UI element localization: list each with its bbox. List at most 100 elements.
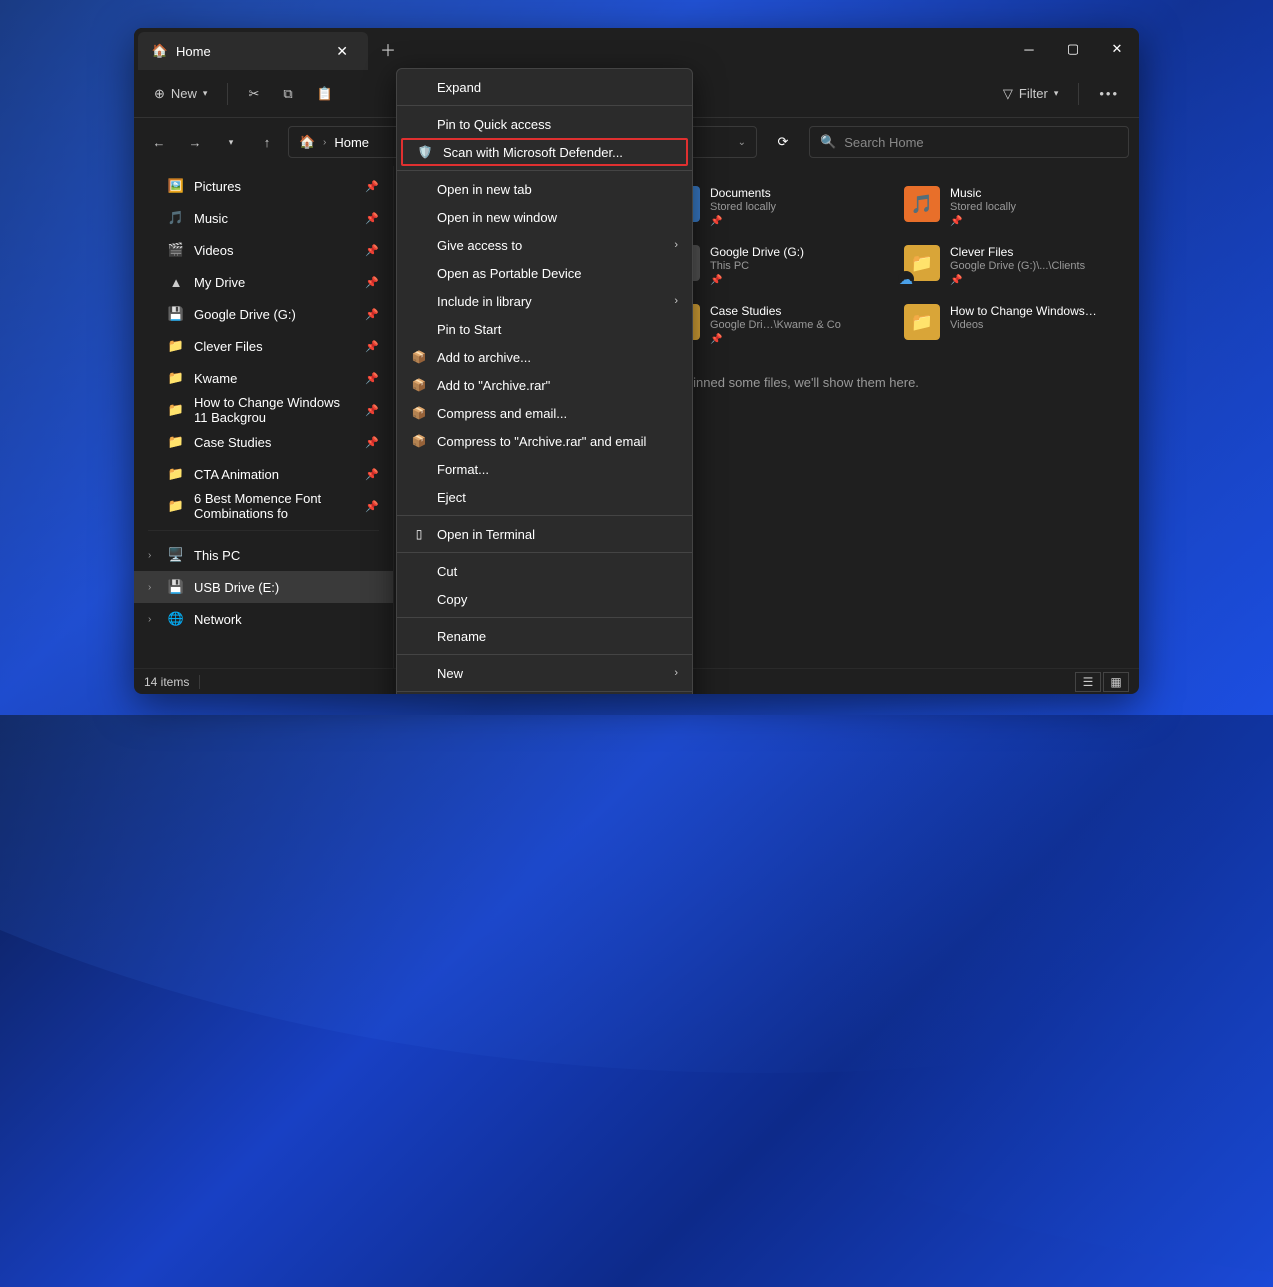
tab-close-button[interactable]: ✕ xyxy=(330,41,354,62)
menu-icon xyxy=(411,591,427,607)
chevron-right-icon: › xyxy=(674,295,678,307)
menu-label: Add to archive... xyxy=(437,350,531,365)
folder-icon: 📁 xyxy=(168,434,184,450)
item-name: Case Studies xyxy=(710,304,841,318)
recent-button[interactable]: ▾ xyxy=(216,127,246,157)
forward-button[interactable]: → xyxy=(180,127,210,157)
sidebar-item[interactable]: 💾Google Drive (G:)📌 xyxy=(134,298,393,330)
menu-icon xyxy=(411,563,427,579)
expand-icon[interactable]: › xyxy=(148,550,151,561)
scissors-icon: ✂ xyxy=(248,86,259,102)
menu-icon xyxy=(411,461,427,477)
sidebar-item[interactable]: 📁6 Best Momence Font Combinations fo📌 xyxy=(134,490,393,522)
context-menu-item[interactable]: Open in new window xyxy=(397,203,692,231)
item-sub: Google Drive (G:)\...\Clients xyxy=(950,260,1085,272)
expand-icon[interactable]: › xyxy=(148,582,151,593)
up-button[interactable]: ↑ xyxy=(252,127,282,157)
context-menu-item[interactable]: 📦Compress and email... xyxy=(397,399,692,427)
folder-icon: 📁 xyxy=(168,338,184,354)
context-menu-item[interactable]: Include in library› xyxy=(397,287,692,315)
chevron-down-icon: ▾ xyxy=(203,88,208,99)
filter-button[interactable]: ▽ Filter ▾ xyxy=(993,80,1068,108)
pin-icon: 📌 xyxy=(710,216,776,227)
sidebar-item[interactable]: 🎵Music📌 xyxy=(134,202,393,234)
minimize-button[interactable]: ─ xyxy=(1007,28,1051,70)
context-menu-item[interactable]: 🛡️Scan with Microsoft Defender... xyxy=(401,138,688,166)
address-dropdown[interactable]: ⌄ xyxy=(738,137,746,148)
grid-item[interactable]: Google Drive (G:)This PC📌 xyxy=(664,245,874,286)
sidebar-item[interactable]: 📁Clever Files📌 xyxy=(134,330,393,362)
context-menu-item[interactable]: Format... xyxy=(397,455,692,483)
context-menu-item[interactable]: Expand xyxy=(397,73,692,101)
chevron-right-icon: › xyxy=(323,137,326,148)
sidebar-label: Music xyxy=(194,211,228,226)
home-icon: 🏠 xyxy=(299,134,315,150)
item-sub: Stored locally xyxy=(950,201,1016,213)
file-explorer-window: 🏠 Home ✕ ＋ ─ ▢ ✕ ⊕ New ▾ ✂ ⧉ 📋 ▽ Filter … xyxy=(134,28,1139,694)
item-name: Clever Files xyxy=(950,245,1085,259)
search-box[interactable]: 🔍 xyxy=(809,126,1129,158)
context-menu-item[interactable]: 📦Add to "Archive.rar" xyxy=(397,371,692,399)
search-icon: 🔍 xyxy=(820,134,836,150)
breadcrumb-current[interactable]: Home xyxy=(334,135,369,150)
menu-label: Open in new window xyxy=(437,210,557,225)
paste-button[interactable]: 📋 xyxy=(307,80,343,108)
menu-icon xyxy=(411,265,427,281)
pin-icon: 📌 xyxy=(365,372,379,385)
context-menu-item[interactable]: Eject xyxy=(397,483,692,511)
details-view-button[interactable]: ☰ xyxy=(1075,672,1101,692)
menu-icon: 📦 xyxy=(411,433,427,449)
grid-item[interactable]: 📁Clever FilesGoogle Drive (G:)\...\Clien… xyxy=(904,245,1114,286)
context-menu-item[interactable]: Pin to Quick access xyxy=(397,110,692,138)
sidebar-nav-item[interactable]: ›💾USB Drive (E:) xyxy=(134,571,393,603)
sidebar-item[interactable]: ▲My Drive📌 xyxy=(134,266,393,298)
more-button[interactable]: ••• xyxy=(1089,80,1129,107)
context-menu-item[interactable]: New› xyxy=(397,659,692,687)
cut-button[interactable]: ✂ xyxy=(238,80,269,108)
sidebar-label: Kwame xyxy=(194,371,237,386)
context-menu-item[interactable]: ▯Open in Terminal xyxy=(397,520,692,548)
expand-icon[interactable]: › xyxy=(148,614,151,625)
maximize-button[interactable]: ▢ xyxy=(1051,28,1095,70)
grid-item[interactable]: 📁How to Change Windows…Videos xyxy=(904,304,1114,345)
sidebar-item[interactable]: 📁CTA Animation📌 xyxy=(134,458,393,490)
close-window-button[interactable]: ✕ xyxy=(1095,28,1139,70)
context-menu-item[interactable]: Cut xyxy=(397,557,692,585)
search-input[interactable] xyxy=(844,135,1118,150)
context-menu-item[interactable]: Open in new tab xyxy=(397,175,692,203)
sidebar-item[interactable]: 🖼️Pictures📌 xyxy=(134,170,393,202)
context-menu-item[interactable]: Give access to› xyxy=(397,231,692,259)
context-menu-item[interactable]: Copy xyxy=(397,585,692,613)
grid-item[interactable]: 📄DocumentsStored locally📌 xyxy=(664,186,874,227)
sidebar-item[interactable]: 📁Case Studies📌 xyxy=(134,426,393,458)
menu-label: Format... xyxy=(437,462,489,477)
sidebar-item[interactable]: 📁How to Change Windows 11 Backgrou📌 xyxy=(134,394,393,426)
folder-icon: 🎬 xyxy=(168,242,184,258)
menu-icon: ▯ xyxy=(411,526,427,542)
copy-button[interactable]: ⧉ xyxy=(273,80,302,108)
menu-icon xyxy=(411,237,427,253)
context-menu-item[interactable]: 📦Compress to "Archive.rar" and email xyxy=(397,427,692,455)
context-menu-item[interactable]: Pin to Start xyxy=(397,315,692,343)
sidebar-item[interactable]: 🎬Videos📌 xyxy=(134,234,393,266)
grid-item[interactable]: 📁Case StudiesGoogle Dri…\Kwame & Co📌 xyxy=(664,304,874,345)
grid-item[interactable]: 🎵MusicStored locally📌 xyxy=(904,186,1114,227)
back-button[interactable]: ← xyxy=(144,127,174,157)
sidebar-item[interactable]: 📁Kwame📌 xyxy=(134,362,393,394)
sidebar-nav-item[interactable]: ›🖥️This PC xyxy=(134,539,393,571)
refresh-button[interactable]: ⟳ xyxy=(769,128,797,156)
item-name: Google Drive (G:) xyxy=(710,245,804,259)
tab-home[interactable]: 🏠 Home ✕ xyxy=(138,32,368,70)
context-menu-item[interactable]: 📦Add to archive... xyxy=(397,343,692,371)
folder-icon: 💾 xyxy=(168,306,184,322)
context-menu-item[interactable]: Open as Portable Device xyxy=(397,259,692,287)
new-button[interactable]: ⊕ New ▾ xyxy=(144,80,217,108)
sidebar-label: Clever Files xyxy=(194,339,263,354)
menu-icon xyxy=(411,665,427,681)
sidebar-nav-item[interactable]: ›🌐Network xyxy=(134,603,393,635)
context-menu-item[interactable]: Rename xyxy=(397,622,692,650)
pin-icon: 📌 xyxy=(365,436,379,449)
thumbnails-view-button[interactable]: ▦ xyxy=(1103,672,1129,692)
new-tab-button[interactable]: ＋ xyxy=(368,37,408,61)
folder-icon: 🎵 xyxy=(904,186,940,222)
